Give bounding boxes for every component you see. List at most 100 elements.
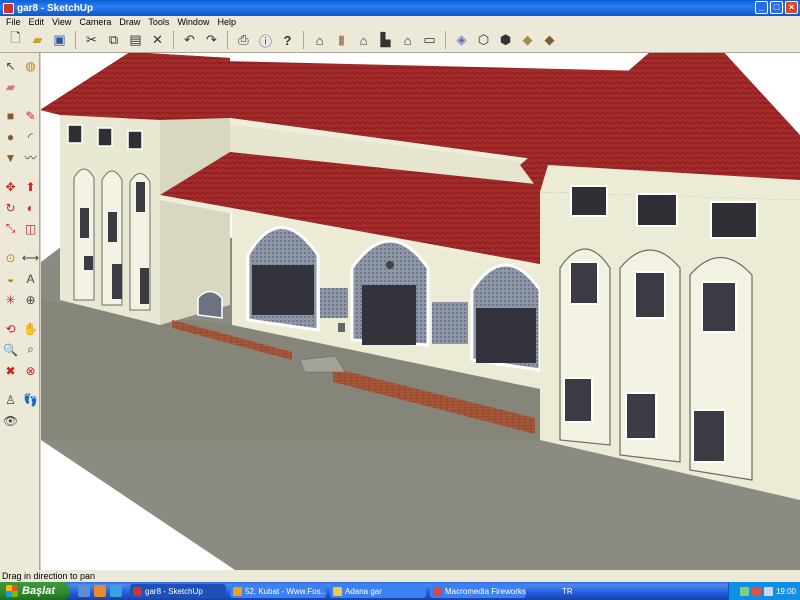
- browser-icon[interactable]: [94, 585, 106, 597]
- fireworks-icon: [433, 586, 442, 596]
- system-tray: 19:00: [728, 582, 800, 600]
- shaded-texture-icon[interactable]: ◆: [540, 31, 559, 50]
- walk-icon[interactable]: 👣: [21, 390, 40, 409]
- save-icon[interactable]: ▣: [50, 31, 69, 50]
- paste-icon[interactable]: ▤: [126, 31, 145, 50]
- menu-bar: File Edit View Camera Draw Tools Window …: [0, 16, 800, 28]
- left-view-icon[interactable]: ▭: [420, 31, 439, 50]
- open-icon[interactable]: ▰: [28, 31, 47, 50]
- task-label: Macromedia Fireworks 8: [445, 586, 526, 596]
- menu-draw[interactable]: Draw: [115, 17, 144, 27]
- position-camera-icon[interactable]: ♙: [1, 390, 20, 409]
- menu-camera[interactable]: Camera: [75, 17, 115, 27]
- sketchup-app-icon: [3, 2, 14, 14]
- paint-bucket-icon[interactable]: ◍: [21, 56, 40, 75]
- offset-icon[interactable]: ◫: [21, 219, 40, 238]
- task-folder[interactable]: Adana gar: [330, 584, 426, 598]
- previous-view-icon[interactable]: ⊗: [21, 361, 40, 380]
- sketchup-icon: [133, 586, 142, 596]
- title-bar: gar8 - SketchUp _ □ ×: [0, 0, 800, 16]
- push-pull-icon[interactable]: ⬆: [21, 177, 40, 196]
- zoom-icon[interactable]: 🔍: [1, 340, 20, 359]
- clock[interactable]: 19:00: [776, 587, 796, 596]
- top-view-icon[interactable]: ▮: [332, 31, 351, 50]
- menu-view[interactable]: View: [48, 17, 75, 27]
- orbit-icon[interactable]: ⟲: [1, 319, 20, 338]
- minimize-button[interactable]: _: [755, 1, 768, 14]
- model-viewport[interactable]: [41, 53, 800, 570]
- menu-window[interactable]: Window: [173, 17, 213, 27]
- firefox-icon: [233, 586, 242, 596]
- arc-icon[interactable]: ◜: [21, 127, 40, 146]
- status-text: Drag in direction to pan: [2, 571, 96, 581]
- axes-icon[interactable]: ✳: [1, 290, 20, 309]
- right-view-icon[interactable]: ▙: [376, 31, 395, 50]
- scale-icon[interactable]: ⤡: [1, 219, 20, 238]
- task-sketchup[interactable]: gar8 - SketchUp: [130, 584, 226, 598]
- menu-edit[interactable]: Edit: [25, 17, 49, 27]
- task-label: 52. Kubat - Www.Fos...: [245, 586, 326, 596]
- move-icon[interactable]: ✥: [1, 177, 20, 196]
- media-icon[interactable]: [110, 585, 122, 597]
- zoom-window-icon[interactable]: ⌕: [21, 340, 40, 359]
- pan-icon[interactable]: ✋: [21, 319, 40, 338]
- copy-icon[interactable]: ⧉: [104, 31, 123, 50]
- volume-icon[interactable]: [763, 586, 773, 596]
- rotate-icon[interactable]: ↻: [1, 198, 20, 217]
- start-label: Başlat: [22, 585, 56, 597]
- protractor-icon[interactable]: ◒: [1, 269, 20, 288]
- look-around-icon[interactable]: 👁: [1, 411, 20, 430]
- windows-taskbar: Başlat gar8 - SketchUp 52. Kubat - Www.F…: [0, 582, 800, 600]
- language-indicator[interactable]: TR: [562, 587, 573, 596]
- 3d-text-icon[interactable]: ⊕: [21, 290, 40, 309]
- station-building-model: [41, 53, 800, 570]
- polygon-icon[interactable]: ▼: [1, 148, 20, 167]
- pencil-icon[interactable]: ✎: [21, 106, 40, 125]
- task-label: Adana gar: [345, 586, 382, 596]
- cut-icon[interactable]: ✂: [82, 31, 101, 50]
- eraser-icon[interactable]: ▰: [1, 77, 20, 96]
- menu-help[interactable]: Help: [213, 17, 240, 27]
- follow-me-icon[interactable]: ◐: [21, 198, 40, 217]
- desktop-icon[interactable]: [78, 585, 90, 597]
- circle-icon[interactable]: ●: [1, 127, 20, 146]
- hidden-line-icon[interactable]: ⬢: [496, 31, 515, 50]
- window-title: gar8 - SketchUp: [17, 2, 94, 14]
- tape-measure-icon[interactable]: ⊙: [1, 248, 20, 267]
- menu-file[interactable]: File: [2, 17, 25, 27]
- rectangle-icon[interactable]: ■: [1, 106, 20, 125]
- freehand-icon[interactable]: 〰: [21, 148, 40, 167]
- folder-icon: [333, 586, 342, 596]
- zoom-extents-icon[interactable]: ✖: [1, 361, 20, 380]
- task-label: gar8 - SketchUp: [145, 586, 203, 596]
- front-view-icon[interactable]: ⌂: [354, 31, 373, 50]
- undo-icon[interactable]: ↶: [180, 31, 199, 50]
- iso-view-icon[interactable]: ⌂: [310, 31, 329, 50]
- status-bar: Drag in direction to pan: [0, 570, 800, 582]
- redo-icon[interactable]: ↷: [202, 31, 221, 50]
- model-info-icon[interactable]: ⓘ: [256, 31, 275, 50]
- dimension-icon[interactable]: ⟷: [21, 248, 40, 267]
- task-fireworks[interactable]: Macromedia Fireworks 8: [430, 584, 526, 598]
- text-icon[interactable]: A: [21, 269, 40, 288]
- back-view-icon[interactable]: ⌂: [398, 31, 417, 50]
- task-browser[interactable]: 52. Kubat - Www.Fos...: [230, 584, 326, 598]
- print-icon[interactable]: ⎙: [234, 31, 253, 50]
- close-button[interactable]: ×: [785, 1, 798, 14]
- wireframe-icon[interactable]: ⬡: [474, 31, 493, 50]
- select-icon[interactable]: ↖: [1, 56, 20, 75]
- large-tool-set: ↖ ◍ ▰ ■ ✎ ● ◜ ▼ 〰 ✥ ⬆ ↻ ◐ ⤡ ◫ ⊙ ⟷ ◒ A ✳ …: [0, 53, 40, 570]
- quick-launch: [78, 585, 122, 597]
- network-icon[interactable]: [739, 586, 749, 596]
- maximize-button[interactable]: □: [770, 1, 783, 14]
- shaded-icon[interactable]: ◆: [518, 31, 537, 50]
- new-icon[interactable]: 🗋: [6, 30, 25, 50]
- menu-tools[interactable]: Tools: [144, 17, 173, 27]
- erase-icon[interactable]: ✕: [148, 31, 167, 50]
- security-icon[interactable]: [751, 586, 761, 596]
- standard-toolbar: 🗋 ▰ ▣ ✂ ⧉ ▤ ✕ ↶ ↷ ⎙ ⓘ ? ⌂ ▮ ⌂ ▙ ⌂ ▭ ◈ ⬡ …: [0, 28, 800, 53]
- windows-logo-icon: [6, 585, 18, 597]
- start-button[interactable]: Başlat: [0, 582, 70, 600]
- xray-icon[interactable]: ◈: [452, 31, 471, 50]
- help-icon[interactable]: ?: [278, 31, 297, 50]
